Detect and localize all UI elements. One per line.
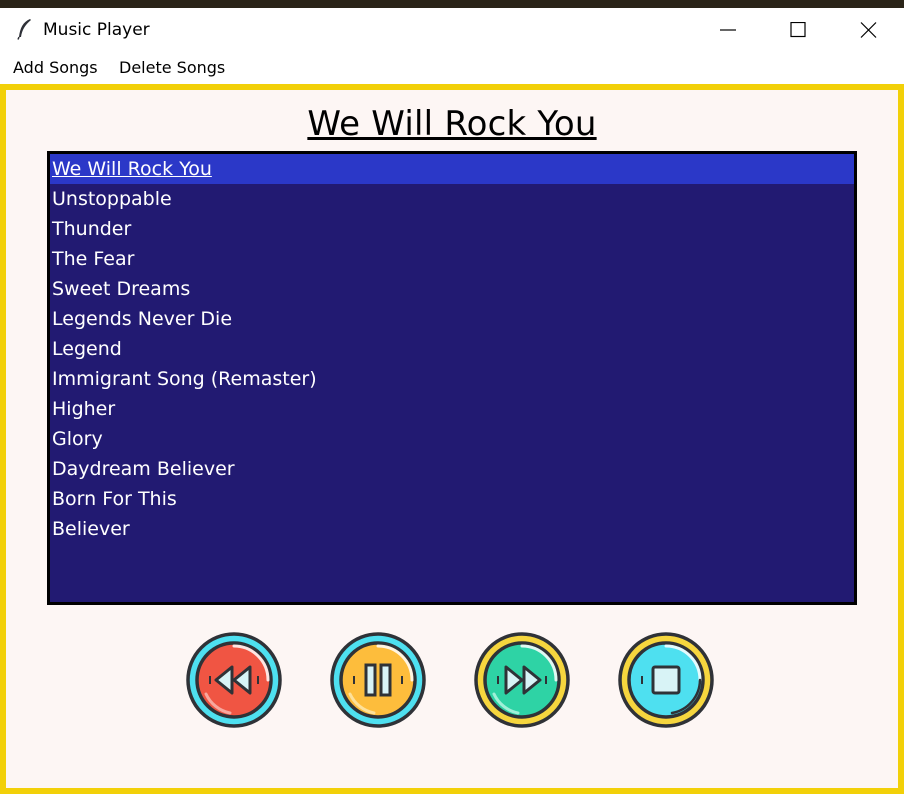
playlist-item[interactable]: Legends Never Die (50, 304, 854, 334)
stop-icon (618, 632, 714, 728)
minimize-icon (720, 29, 736, 31)
minimize-button[interactable] (703, 8, 751, 52)
playlist-item[interactable]: Sweet Dreams (50, 274, 854, 304)
pause-button[interactable] (328, 630, 428, 730)
now-playing-title: We Will Rock You (307, 104, 597, 144)
playlist-item[interactable]: Legend (50, 334, 854, 364)
close-button[interactable] (843, 8, 891, 52)
pause-icon (330, 632, 426, 728)
playlist-item[interactable]: Born For This (50, 484, 854, 514)
maximize-button[interactable] (773, 8, 821, 52)
playlist-item[interactable]: We Will Rock You (50, 154, 854, 184)
playlist-item[interactable]: Believer (50, 514, 854, 544)
playlist-item[interactable]: Glory (50, 424, 854, 454)
close-icon (860, 22, 877, 38)
menu-bar: Add Songs Delete Songs (0, 52, 904, 84)
maximize-icon (790, 22, 806, 38)
fast-forward-button[interactable] (472, 630, 572, 730)
menu-delete-songs[interactable]: Delete Songs (119, 58, 225, 77)
playback-controls (6, 630, 898, 730)
player-panel: We Will Rock You We Will Rock You Unstopp… (0, 84, 904, 794)
stop-button[interactable] (616, 630, 716, 730)
playlist-box[interactable]: We Will Rock You Unstoppable Thunder The Fe… (47, 151, 857, 605)
menu-add-songs[interactable]: Add Songs (13, 58, 98, 77)
playlist-item[interactable]: Immigrant Song (Remaster) (50, 364, 854, 394)
playlist-item[interactable]: Daydream Believer (50, 454, 854, 484)
rewind-icon (186, 632, 282, 728)
playlist-item[interactable]: Higher (50, 394, 854, 424)
window-title: Music Player (43, 20, 150, 40)
feather-icon (17, 19, 31, 40)
playlist-item[interactable]: The Fear (50, 244, 854, 274)
music-player-window: Music Player Add Songs Delete Songs We W… (0, 8, 904, 794)
playlist-item[interactable]: Thunder (50, 214, 854, 244)
playlist-item[interactable]: Unstoppable (50, 184, 854, 214)
rewind-button[interactable] (184, 630, 284, 730)
title-bar[interactable]: Music Player (0, 8, 904, 52)
fast-forward-icon (474, 632, 570, 728)
